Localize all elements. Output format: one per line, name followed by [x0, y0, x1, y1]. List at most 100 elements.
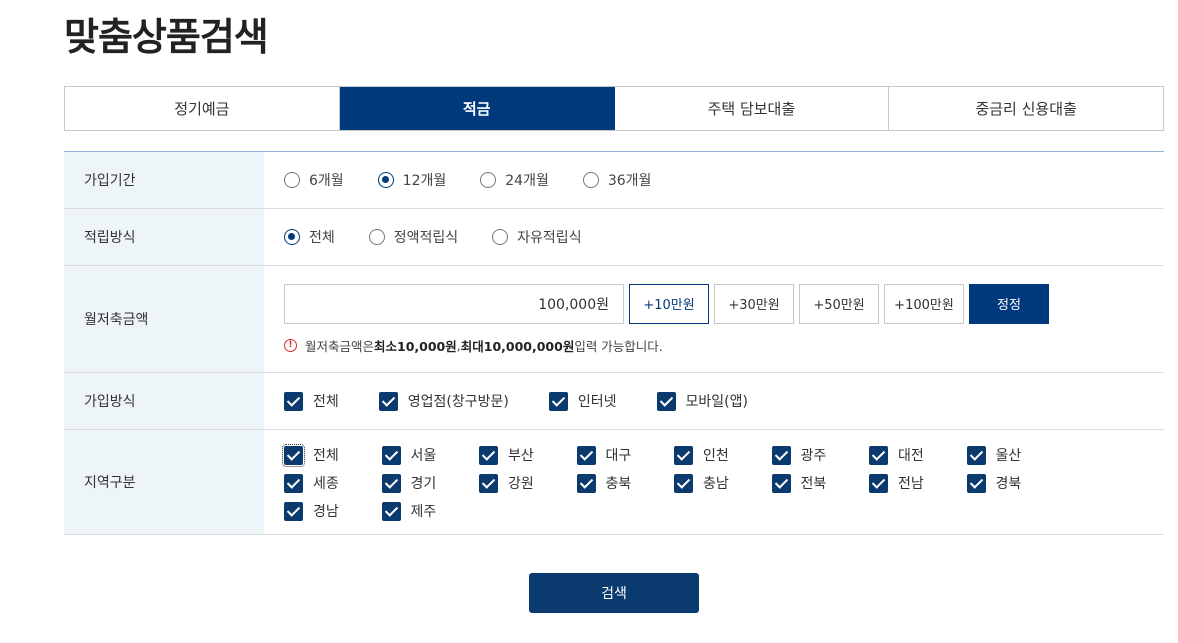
- region-option-busan[interactable]: 부산: [479, 441, 577, 469]
- add-10man-button[interactable]: +10만원: [629, 283, 709, 324]
- radio-checked-icon: [284, 229, 300, 245]
- radio-checked-icon: [377, 172, 394, 188]
- checkbox-label: 전체: [313, 448, 339, 464]
- saving-method-option-all[interactable]: 전체: [284, 227, 335, 247]
- join-method-option-branch[interactable]: 영업점(창구방문): [378, 391, 509, 411]
- radio-unchecked-icon: [582, 172, 599, 188]
- region-option-chungnam[interactable]: 충남: [674, 469, 772, 497]
- join-method-option-internet[interactable]: 인터넷: [548, 391, 617, 411]
- join-method-option-all[interactable]: 전체: [284, 391, 339, 411]
- region-option-seoul[interactable]: 서울: [381, 441, 480, 469]
- checkbox-label: 전남: [898, 476, 924, 492]
- checkbox-label: 충남: [703, 476, 729, 492]
- checkbox-checked-icon: [284, 391, 303, 411]
- checkbox-label: 인터넷: [577, 394, 617, 410]
- checkbox-label: 전체: [313, 394, 339, 410]
- note-text: 입력 가능합니다.: [574, 338, 663, 354]
- reset-amount-button[interactable]: 정정: [969, 283, 1049, 324]
- add-50man-button[interactable]: +50만원: [799, 283, 879, 324]
- checkbox-checked-icon: [771, 473, 791, 493]
- checkbox-checked-icon: [381, 473, 401, 493]
- radio-label: 6개월: [309, 173, 344, 189]
- search-form: 가입기간 6개월 12개월 24개월 36개월 적립방식 전체 정액적립식 자유…: [64, 151, 1164, 535]
- join-method-option-mobile[interactable]: 모바일(앱): [656, 391, 748, 411]
- join-method-label: 가입방식: [64, 373, 264, 429]
- tab-mortgage-loan[interactable]: 주택 담보대출: [614, 87, 890, 130]
- period-option-6m[interactable]: 6개월: [284, 170, 344, 190]
- checkbox-label: 세종: [313, 476, 339, 492]
- checkbox-checked-icon: [576, 473, 596, 493]
- period-radio-group: 6개월 12개월 24개월 36개월: [284, 170, 685, 190]
- region-option-chungbuk[interactable]: 충북: [576, 469, 675, 497]
- tab-label: 정기예금: [174, 100, 230, 118]
- checkbox-checked-icon: [284, 473, 303, 493]
- monthly-amount-input[interactable]: [284, 283, 624, 324]
- tab-label: 중금리 신용대출: [975, 100, 1077, 118]
- region-option-jeonnam[interactable]: 전남: [869, 469, 967, 497]
- page-title: 맞춤상품검색: [64, 15, 269, 59]
- region-option-daejeon[interactable]: 대전: [869, 441, 967, 469]
- region-option-gyeonggi[interactable]: 경기: [381, 469, 480, 497]
- region-option-gyeongbuk[interactable]: 경북: [966, 469, 1065, 497]
- region-option-jeonbuk[interactable]: 전북: [771, 469, 870, 497]
- saving-method-option-fixed[interactable]: 정액적립식: [368, 227, 459, 247]
- checkbox-checked-icon: [656, 391, 676, 411]
- checkbox-label: 부산: [508, 448, 534, 464]
- saving-method-option-free[interactable]: 자유적립식: [492, 227, 582, 247]
- checkbox-label: 경북: [995, 476, 1022, 492]
- region-option-incheon[interactable]: 인천: [674, 441, 772, 469]
- checkbox-checked-icon: [381, 445, 401, 465]
- radio-label: 정액적립식: [393, 230, 459, 246]
- region-option-daegu[interactable]: 대구: [576, 441, 675, 469]
- period-option-12m[interactable]: 12개월: [377, 170, 446, 190]
- region-option-gangwon[interactable]: 강원: [479, 469, 577, 497]
- info-icon: !: [284, 338, 297, 352]
- region-option-ulsan[interactable]: 울산: [966, 441, 1065, 469]
- radio-label: 전체: [309, 230, 335, 246]
- amount-note: ! 월저축금액은 최소10,000원, 최대10,000,000원 입력 가능합…: [284, 336, 1049, 355]
- checkbox-checked-icon: [869, 473, 888, 493]
- region-option-sejong[interactable]: 세종: [284, 469, 382, 497]
- radio-label: 24개월: [505, 173, 549, 189]
- tab-time-deposit[interactable]: 정기예금: [65, 87, 340, 130]
- checkbox-checked-icon: [378, 391, 398, 411]
- region-row: 지역구분 전체 서울 부산 대구 인천 광주 대전 울산 세종 경기 강원 충북…: [64, 430, 1164, 535]
- add-30man-button[interactable]: +30만원: [714, 283, 794, 324]
- radio-label: 자유적립식: [517, 230, 582, 246]
- checkbox-label: 전북: [800, 476, 827, 492]
- period-option-36m[interactable]: 36개월: [582, 170, 652, 190]
- note-text: 월저축금액은: [305, 338, 375, 354]
- note-min: 최소10,000원: [374, 338, 457, 354]
- checkbox-checked-icon: [576, 445, 596, 465]
- tab-mid-rate-credit-loan[interactable]: 중금리 신용대출: [889, 87, 1163, 130]
- add-100man-button[interactable]: +100만원: [884, 283, 964, 324]
- checkbox-label: 인천: [703, 448, 729, 464]
- checkbox-label: 모바일(앱): [685, 394, 748, 410]
- saving-method-radio-group: 전체 정액적립식 자유적립식: [284, 227, 616, 247]
- checkbox-checked-icon: [284, 501, 303, 521]
- region-option-all[interactable]: 전체: [282, 441, 382, 469]
- tab-installment-savings[interactable]: 적금: [339, 87, 615, 130]
- checkbox-checked-icon: [381, 501, 401, 521]
- region-checkbox-grid: 전체 서울 부산 대구 인천 광주 대전 울산 세종 경기 강원 충북 충남 전…: [282, 439, 1065, 525]
- checkbox-checked-icon: [966, 445, 986, 465]
- region-option-jeju[interactable]: 제주: [381, 497, 480, 525]
- period-option-24m[interactable]: 24개월: [480, 170, 549, 190]
- search-button[interactable]: 검색: [529, 573, 699, 613]
- checkbox-checked-icon: [674, 445, 693, 465]
- checkbox-checked-icon: [479, 473, 498, 493]
- checkbox-label: 서울: [410, 448, 437, 464]
- checkbox-label: 충북: [605, 476, 632, 492]
- region-option-gyeongnam[interactable]: 경남: [284, 497, 382, 525]
- checkbox-checked-icon: [674, 473, 693, 493]
- radio-unchecked-icon: [284, 172, 300, 188]
- checkbox-checked-icon: [869, 445, 888, 465]
- radio-label: 36개월: [607, 173, 652, 189]
- join-method-checkbox-group: 전체 영업점(창구방문) 인터넷 모바일(앱): [284, 391, 788, 411]
- checkbox-label: 울산: [995, 448, 1022, 464]
- region-option-gwangju[interactable]: 광주: [771, 441, 870, 469]
- radio-unchecked-icon: [480, 172, 497, 188]
- join-method-row: 가입방식 전체 영업점(창구방문) 인터넷 모바일(앱): [64, 373, 1164, 430]
- checkbox-checked-icon: [282, 443, 305, 467]
- note-max: 최대10,000,000원: [460, 338, 575, 354]
